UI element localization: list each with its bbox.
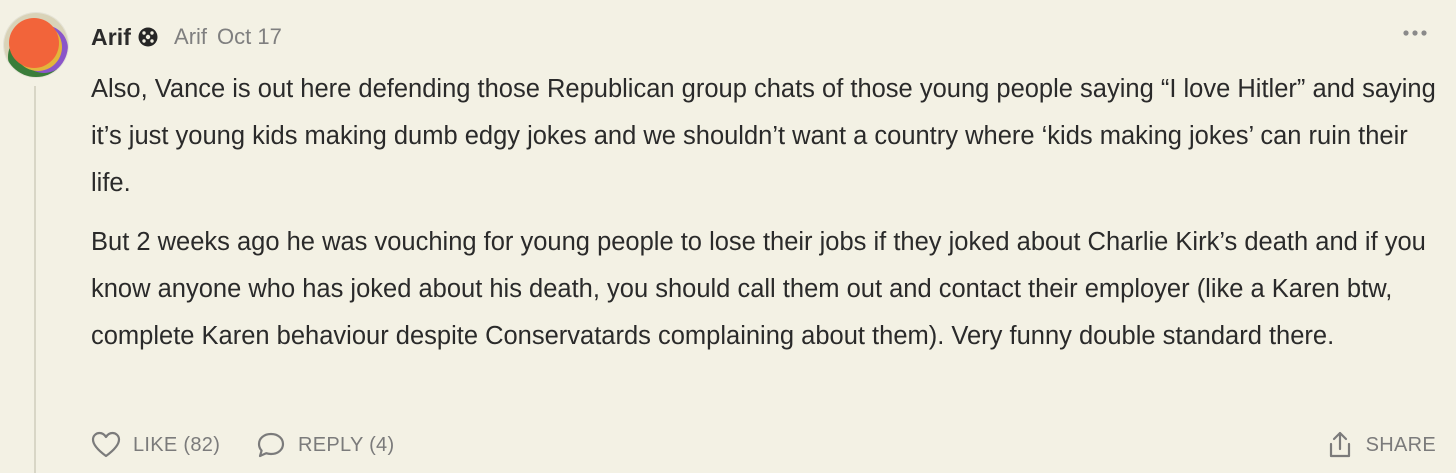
share-label: SHARE (1365, 433, 1436, 456)
share-icon (1329, 431, 1350, 458)
share-button[interactable]: SHARE (1326, 425, 1436, 465)
comment-paragraph: But 2 weeks ago he was vouching for youn… (91, 228, 1426, 350)
avatar-image (4, 13, 68, 77)
comment-actions: LIKE (82) REPLY (4) SHARE (91, 425, 1436, 465)
speech-bubble-icon (257, 432, 285, 458)
author-name[interactable]: Arif (91, 24, 131, 51)
comment-paragraph: Also, Vance is out here defending those … (91, 75, 1436, 197)
comment-body: Also, Vance is out here defending those … (91, 66, 1436, 372)
more-icon[interactable] (1402, 26, 1428, 40)
verified-badge-icon (138, 27, 158, 47)
comment: Arif Arif Oct 17 Also, Vance is out here… (0, 0, 1456, 473)
like-label: LIKE (82) (133, 433, 221, 456)
comment-date[interactable]: Oct 17 (217, 24, 282, 50)
author-handle[interactable]: Arif (174, 24, 207, 50)
reply-button[interactable]: REPLY (4) (256, 425, 394, 465)
avatar[interactable] (4, 13, 68, 77)
reply-label: REPLY (4) (298, 433, 395, 456)
heart-icon (91, 431, 121, 458)
thread-line (34, 86, 36, 473)
comment-header: Arif Arif Oct 17 (91, 20, 282, 54)
like-button[interactable]: LIKE (82) (91, 425, 220, 465)
